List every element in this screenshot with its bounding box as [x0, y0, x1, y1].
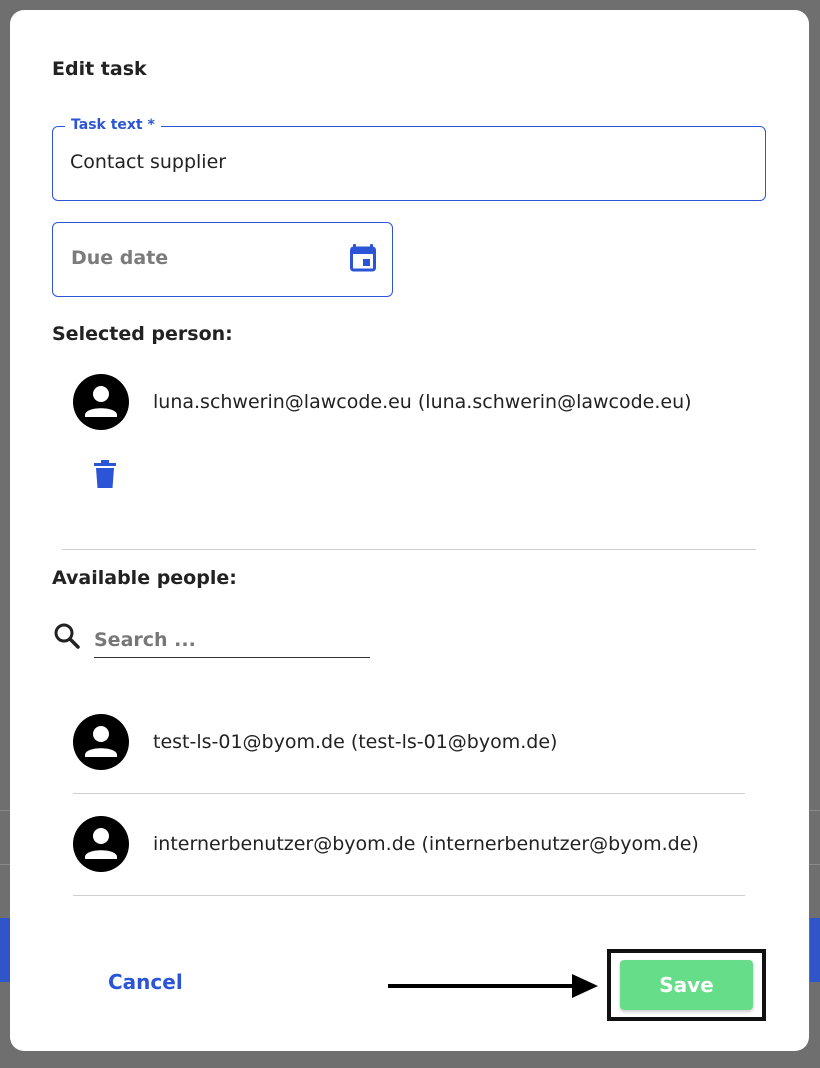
- task-text-field[interactable]: Task text *: [52, 117, 766, 201]
- dialog-title: Edit task: [52, 58, 147, 80]
- task-text-input[interactable]: [70, 151, 750, 173]
- list-divider: [73, 895, 745, 896]
- background-button-edge: [0, 918, 10, 982]
- task-text-label: Task text *: [65, 117, 161, 133]
- edit-task-dialog: Edit task Task text * Due date Selected …: [10, 10, 809, 1051]
- list-item[interactable]: test-ls-01@byom.de (test-ls-01@byom.de): [72, 713, 762, 773]
- selected-person-name: luna.schwerin@lawcode.eu (luna.schwerin@…: [153, 391, 692, 413]
- due-date-field[interactable]: Due date: [52, 222, 393, 297]
- selected-person-heading: Selected person:: [52, 323, 233, 345]
- search-icon: [54, 623, 80, 649]
- background-button-edge: [810, 918, 820, 982]
- arrow-icon: [388, 974, 598, 998]
- avatar-icon: [73, 374, 129, 430]
- search-input[interactable]: [94, 622, 370, 658]
- cancel-button[interactable]: Cancel: [108, 970, 183, 994]
- avatar-icon: [73, 816, 129, 872]
- avatar-icon: [73, 714, 129, 770]
- due-date-placeholder: Due date: [71, 247, 169, 269]
- trash-icon[interactable]: [94, 460, 116, 488]
- person-name: internerbenutzer@byom.de (internerbenutz…: [153, 833, 699, 855]
- list-divider: [73, 793, 745, 794]
- save-button[interactable]: Save: [620, 960, 753, 1010]
- calendar-icon[interactable]: [350, 244, 376, 272]
- selected-person-item: luna.schwerin@lawcode.eu (luna.schwerin@…: [72, 373, 762, 433]
- list-item[interactable]: internerbenutzer@byom.de (internerbenutz…: [72, 815, 762, 875]
- person-name: test-ls-01@byom.de (test-ls-01@byom.de): [153, 731, 558, 753]
- section-divider: [62, 549, 756, 550]
- available-people-heading: Available people:: [52, 567, 237, 589]
